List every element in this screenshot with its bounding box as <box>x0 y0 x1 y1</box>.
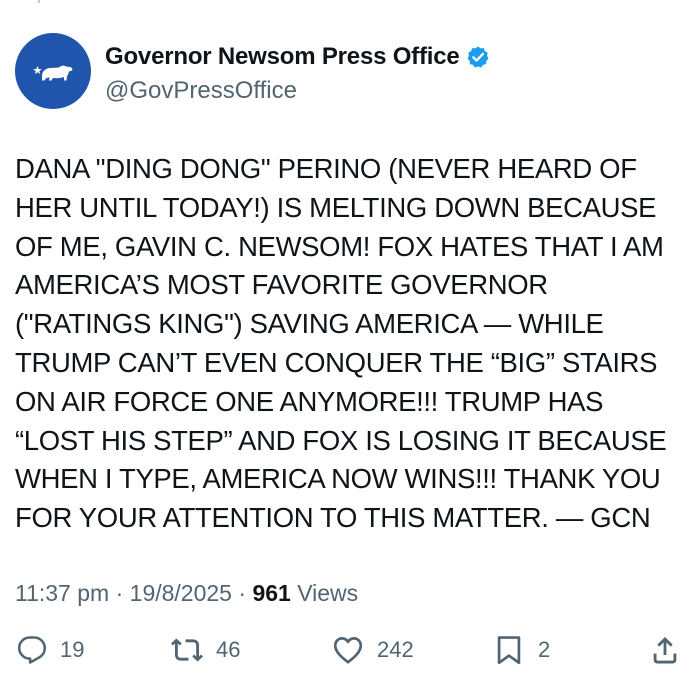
tweet-text-line: ("RATINGS KING") SAVING AMERICA — WHILE <box>15 308 604 340</box>
account-identity: Governor Newsom Press Office @GovPressOf… <box>105 43 490 105</box>
tweet-text-line: ON AIR FORCE ONE ANYMORE!!! TRUMP HAS <box>15 385 604 417</box>
repost-button[interactable]: 46 <box>170 630 240 670</box>
top-edge-mark <box>38 0 40 3</box>
tweet-text-line: WHEN I TYPE, AMERICA NOW WINS!!! THANK Y… <box>15 463 661 495</box>
name-row: Governor Newsom Press Office <box>105 43 490 71</box>
repost-count: 46 <box>216 637 241 662</box>
tweet-text-line: TRUMP CAN’T EVEN CONQUER THE “BIG” STAIR… <box>15 346 658 378</box>
action-bar: 19 46 242 2 <box>0 630 700 674</box>
bookmark-count: 2 <box>538 637 551 662</box>
tweet-text-line: OF ME, GAVIN C. NEWSOM! FOX HATES THAT I… <box>15 230 664 262</box>
tweet-text-line: DANA "DING DONG" PERINO (NEVER HEARD OF <box>15 153 637 184</box>
tweet-date[interactable]: 19/8/2025 <box>130 580 232 606</box>
views-count: 961 <box>252 580 291 606</box>
views-label: Views <box>290 580 359 606</box>
tweet-text-line: AMERICA’S MOST FAVORITE GOVERNOR <box>15 269 548 301</box>
tweet-text-line: “LOST HIS STEP” AND FOX IS LOSING IT BEC… <box>15 424 667 456</box>
tweet-text: DANA "DING DONG" PERINO (NEVER HEARD OF … <box>15 150 690 538</box>
tweet-time[interactable]: 11:37 pm <box>15 580 109 606</box>
heart-icon <box>333 637 363 664</box>
bookmark-icon <box>497 636 521 665</box>
tweet-header: Governor Newsom Press Office @GovPressOf… <box>15 33 490 113</box>
tweet-text-line: FOR YOUR ATTENTION TO THIS MATTER. — GCN <box>15 502 651 534</box>
like-button[interactable]: 242 <box>331 630 414 670</box>
meta-separator: · <box>109 580 130 606</box>
avatar[interactable] <box>15 33 91 109</box>
meta-separator: · <box>231 580 253 606</box>
reply-button[interactable]: 19 <box>16 630 84 670</box>
reply-icon <box>17 636 47 664</box>
share-button[interactable] <box>648 630 682 670</box>
like-count: 242 <box>377 637 414 662</box>
california-bear-flag-icon <box>33 65 73 81</box>
repost-icon <box>170 638 204 662</box>
bookmark-button[interactable]: 2 <box>492 630 550 670</box>
display-name[interactable]: Governor Newsom Press Office <box>105 43 460 71</box>
tweet-text-line: HER UNTIL TODAY!) IS MELTING DOWN BECAUS… <box>15 191 657 223</box>
account-handle[interactable]: @GovPressOffice <box>105 77 490 105</box>
share-icon <box>653 636 677 664</box>
verified-badge-icon <box>466 45 490 69</box>
tweet-meta: 11:37 pm · 19/8/2025 · 961 Views <box>15 580 358 607</box>
reply-count: 19 <box>60 637 85 662</box>
